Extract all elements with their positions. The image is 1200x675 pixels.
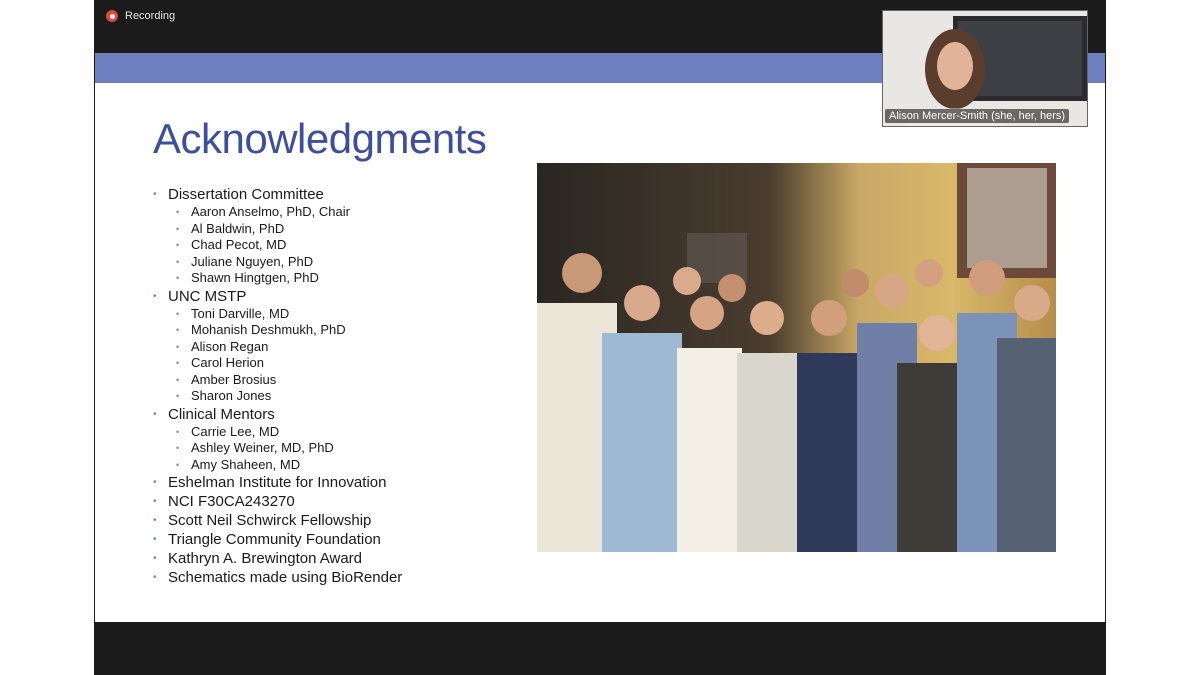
list-item: Shawn Hingtgen, PhD (153, 270, 573, 287)
group-photo (537, 163, 1056, 552)
shared-slide: Acknowledgments Dissertation Committee A… (95, 53, 1105, 622)
slide-title: Acknowledgments (153, 115, 487, 162)
section-label: UNC MSTP (153, 287, 573, 306)
list-item: Alison Regan (153, 339, 573, 356)
list-item: Ashley Weiner, MD, PhD (153, 440, 573, 457)
section-label: Kathryn A. Brewington Award (153, 549, 573, 568)
list-item: Al Baldwin, PhD (153, 221, 573, 238)
list-item: Sharon Jones (153, 388, 573, 405)
list-item: Carol Herion (153, 355, 573, 372)
section-label: Schematics made using BioRender (153, 568, 573, 587)
acknowledgments-list: Dissertation Committee Aaron Anselmo, Ph… (153, 185, 573, 587)
section-label: Eshelman Institute for Innovation (153, 473, 573, 492)
section-label: Dissertation Committee (153, 185, 573, 204)
list-item: Aaron Anselmo, PhD, Chair (153, 204, 573, 221)
recording-indicator: Recording (106, 10, 175, 22)
recording-label: Recording (125, 10, 176, 22)
section-label: Clinical Mentors (153, 405, 573, 424)
section-label: NCI F30CA243270 (153, 492, 573, 511)
list-item: Juliane Nguyen, PhD (153, 254, 573, 271)
section-label: Triangle Community Foundation (153, 530, 573, 549)
list-item: Amy Shaheen, MD (153, 457, 573, 474)
list-item: Chad Pecot, MD (153, 237, 573, 254)
list-item: Mohanish Deshmukh, PhD (153, 322, 573, 339)
list-item: Amber Brosius (153, 372, 573, 389)
list-item: Carrie Lee, MD (153, 424, 573, 441)
section-label: Scott Neil Schwirck Fellowship (153, 511, 573, 530)
participant-name: Alison Mercer-Smith (she, her, hers) (885, 109, 1070, 123)
record-icon (106, 10, 118, 22)
participant-video-tile[interactable]: Alison Mercer-Smith (she, her, hers) (882, 10, 1088, 127)
list-item: Toni Darville, MD (153, 306, 573, 323)
